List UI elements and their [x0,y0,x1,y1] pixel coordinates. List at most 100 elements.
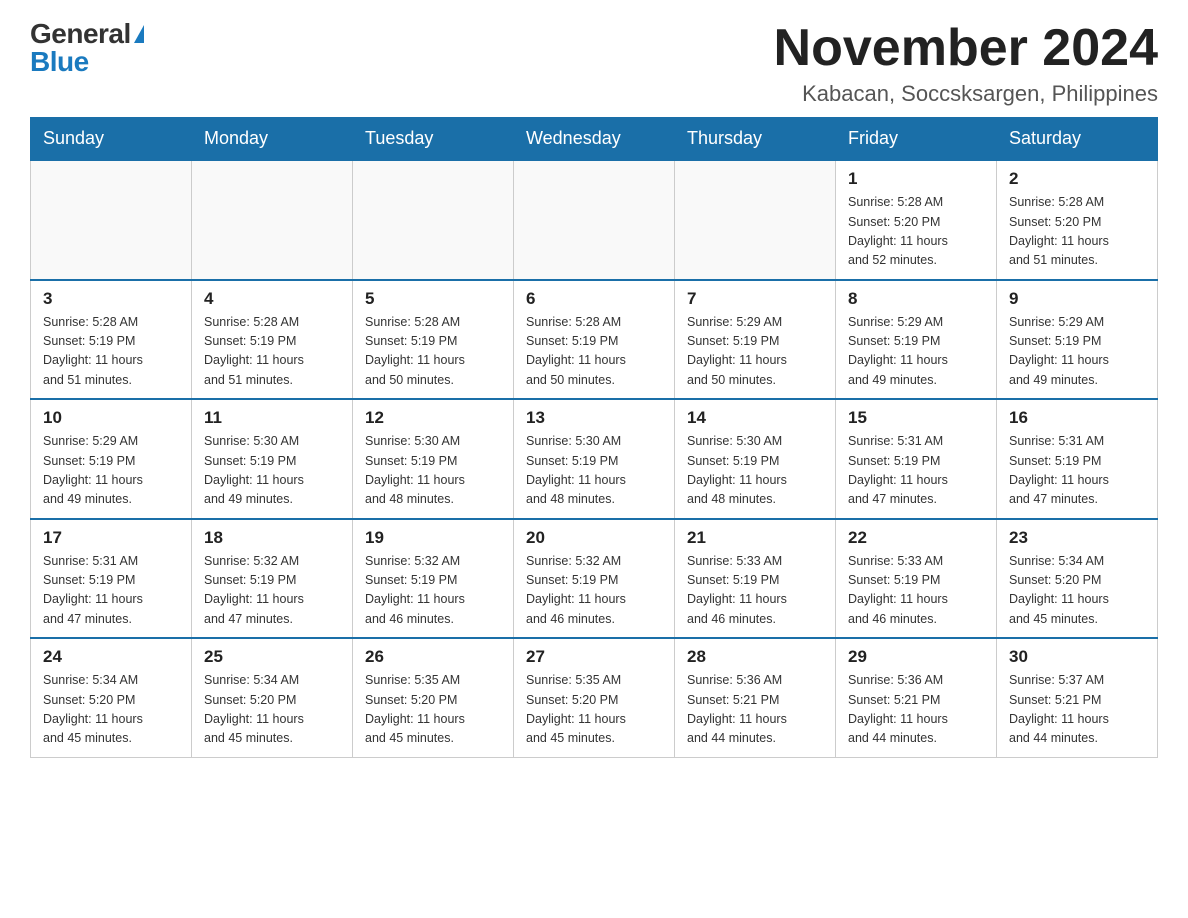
calendar-cell: 24 Sunrise: 5:34 AM Sunset: 5:20 PM Dayli… [31,638,192,757]
day-info: Sunrise: 5:32 AM Sunset: 5:19 PM Dayligh… [365,552,501,630]
day-info: Sunrise: 5:31 AM Sunset: 5:19 PM Dayligh… [1009,432,1145,510]
day-header-friday: Friday [836,118,997,161]
week-row-4: 17 Sunrise: 5:31 AM Sunset: 5:19 PM Dayli… [31,519,1158,639]
calendar-cell: 3 Sunrise: 5:28 AM Sunset: 5:19 PM Daylig… [31,280,192,400]
day-info: Sunrise: 5:28 AM Sunset: 5:19 PM Dayligh… [526,313,662,391]
day-number: 10 [43,408,179,428]
calendar-cell: 30 Sunrise: 5:37 AM Sunset: 5:21 PM Dayli… [997,638,1158,757]
day-info: Sunrise: 5:34 AM Sunset: 5:20 PM Dayligh… [43,671,179,749]
calendar-cell: 23Sunrise: 5:34 AM Sunset: 5:20 PM Dayli… [997,519,1158,639]
day-info: Sunrise: 5:28 AM Sunset: 5:19 PM Dayligh… [43,313,179,391]
day-info: Sunrise: 5:28 AM Sunset: 5:20 PM Dayligh… [848,193,984,271]
day-number: 21 [687,528,823,548]
day-info: Sunrise: 5:32 AM Sunset: 5:19 PM Dayligh… [526,552,662,630]
day-header-wednesday: Wednesday [514,118,675,161]
day-number: 3 [43,289,179,309]
calendar-cell: 9 Sunrise: 5:29 AM Sunset: 5:19 PM Daylig… [997,280,1158,400]
day-number: 27 [526,647,662,667]
logo-general-text: General [30,20,131,48]
day-info: Sunrise: 5:35 AM Sunset: 5:20 PM Dayligh… [365,671,501,749]
day-number: 25 [204,647,340,667]
calendar-cell: 13Sunrise: 5:30 AM Sunset: 5:19 PM Dayli… [514,399,675,519]
day-header-tuesday: Tuesday [353,118,514,161]
calendar-cell: 18 Sunrise: 5:32 AM Sunset: 5:19 PM Dayli… [192,519,353,639]
day-info: Sunrise: 5:30 AM Sunset: 5:19 PM Dayligh… [526,432,662,510]
day-number: 9 [1009,289,1145,309]
day-info: Sunrise: 5:36 AM Sunset: 5:21 PM Dayligh… [848,671,984,749]
week-row-1: 1 Sunrise: 5:28 AM Sunset: 5:20 PM Daylig… [31,160,1158,280]
calendar-cell: 21Sunrise: 5:33 AM Sunset: 5:19 PM Dayli… [675,519,836,639]
day-number: 20 [526,528,662,548]
day-info: Sunrise: 5:35 AM Sunset: 5:20 PM Dayligh… [526,671,662,749]
day-info: Sunrise: 5:30 AM Sunset: 5:19 PM Dayligh… [365,432,501,510]
calendar-cell: 12Sunrise: 5:30 AM Sunset: 5:19 PM Dayli… [353,399,514,519]
day-info: Sunrise: 5:30 AM Sunset: 5:19 PM Dayligh… [204,432,340,510]
day-info: Sunrise: 5:36 AM Sunset: 5:21 PM Dayligh… [687,671,823,749]
day-info: Sunrise: 5:28 AM Sunset: 5:19 PM Dayligh… [204,313,340,391]
day-header-saturday: Saturday [997,118,1158,161]
day-number: 14 [687,408,823,428]
title-section: November 2024 Kabacan, Soccsksargen, Phi… [774,20,1158,107]
calendar-header-row: SundayMondayTuesdayWednesdayThursdayFrid… [31,118,1158,161]
calendar-cell: 29Sunrise: 5:36 AM Sunset: 5:21 PM Dayli… [836,638,997,757]
day-header-thursday: Thursday [675,118,836,161]
day-number: 6 [526,289,662,309]
calendar-cell: 28Sunrise: 5:36 AM Sunset: 5:21 PM Dayli… [675,638,836,757]
logo: General Blue [30,20,144,76]
day-number: 18 [204,528,340,548]
calendar-cell: 16 Sunrise: 5:31 AM Sunset: 5:19 PM Dayli… [997,399,1158,519]
day-info: Sunrise: 5:30 AM Sunset: 5:19 PM Dayligh… [687,432,823,510]
calendar-cell: 27 Sunrise: 5:35 AM Sunset: 5:20 PM Dayli… [514,638,675,757]
calendar-cell: 10 Sunrise: 5:29 AM Sunset: 5:19 PM Dayli… [31,399,192,519]
month-title: November 2024 [774,20,1158,77]
calendar-cell [675,160,836,280]
logo-blue-text: Blue [30,48,89,76]
calendar-cell: 15 Sunrise: 5:31 AM Sunset: 5:19 PM Dayli… [836,399,997,519]
week-row-3: 10 Sunrise: 5:29 AM Sunset: 5:19 PM Dayli… [31,399,1158,519]
calendar-cell: 1 Sunrise: 5:28 AM Sunset: 5:20 PM Daylig… [836,160,997,280]
day-number: 7 [687,289,823,309]
calendar-cell: 5 Sunrise: 5:28 AM Sunset: 5:19 PM Daylig… [353,280,514,400]
day-info: Sunrise: 5:33 AM Sunset: 5:19 PM Dayligh… [848,552,984,630]
calendar-cell: 7 Sunrise: 5:29 AM Sunset: 5:19 PM Daylig… [675,280,836,400]
day-info: Sunrise: 5:29 AM Sunset: 5:19 PM Dayligh… [1009,313,1145,391]
calendar-cell [31,160,192,280]
calendar-cell: 6 Sunrise: 5:28 AM Sunset: 5:19 PM Daylig… [514,280,675,400]
calendar-cell: 14 Sunrise: 5:30 AM Sunset: 5:19 PM Dayli… [675,399,836,519]
day-number: 22 [848,528,984,548]
day-info: Sunrise: 5:32 AM Sunset: 5:19 PM Dayligh… [204,552,340,630]
calendar-cell: 26 Sunrise: 5:35 AM Sunset: 5:20 PM Dayli… [353,638,514,757]
day-number: 4 [204,289,340,309]
calendar-cell [192,160,353,280]
day-number: 15 [848,408,984,428]
calendar-cell: 8Sunrise: 5:29 AM Sunset: 5:19 PM Daylig… [836,280,997,400]
day-number: 24 [43,647,179,667]
day-number: 19 [365,528,501,548]
day-info: Sunrise: 5:31 AM Sunset: 5:19 PM Dayligh… [43,552,179,630]
day-info: Sunrise: 5:29 AM Sunset: 5:19 PM Dayligh… [687,313,823,391]
day-header-monday: Monday [192,118,353,161]
day-number: 17 [43,528,179,548]
day-number: 5 [365,289,501,309]
day-info: Sunrise: 5:37 AM Sunset: 5:21 PM Dayligh… [1009,671,1145,749]
day-number: 8 [848,289,984,309]
calendar-cell [353,160,514,280]
day-number: 30 [1009,647,1145,667]
location-subtitle: Kabacan, Soccsksargen, Philippines [774,81,1158,107]
day-number: 23 [1009,528,1145,548]
day-number: 16 [1009,408,1145,428]
day-number: 2 [1009,169,1145,189]
week-row-2: 3 Sunrise: 5:28 AM Sunset: 5:19 PM Daylig… [31,280,1158,400]
calendar-cell: 2Sunrise: 5:28 AM Sunset: 5:20 PM Daylig… [997,160,1158,280]
calendar-cell: 22 Sunrise: 5:33 AM Sunset: 5:19 PM Dayli… [836,519,997,639]
calendar-cell [514,160,675,280]
calendar-cell: 25Sunrise: 5:34 AM Sunset: 5:20 PM Dayli… [192,638,353,757]
day-number: 26 [365,647,501,667]
calendar-cell: 17 Sunrise: 5:31 AM Sunset: 5:19 PM Dayli… [31,519,192,639]
day-info: Sunrise: 5:31 AM Sunset: 5:19 PM Dayligh… [848,432,984,510]
calendar-cell: 11Sunrise: 5:30 AM Sunset: 5:19 PM Dayli… [192,399,353,519]
day-number: 1 [848,169,984,189]
day-info: Sunrise: 5:29 AM Sunset: 5:19 PM Dayligh… [43,432,179,510]
day-info: Sunrise: 5:28 AM Sunset: 5:19 PM Dayligh… [365,313,501,391]
calendar-cell: 4 Sunrise: 5:28 AM Sunset: 5:19 PM Daylig… [192,280,353,400]
